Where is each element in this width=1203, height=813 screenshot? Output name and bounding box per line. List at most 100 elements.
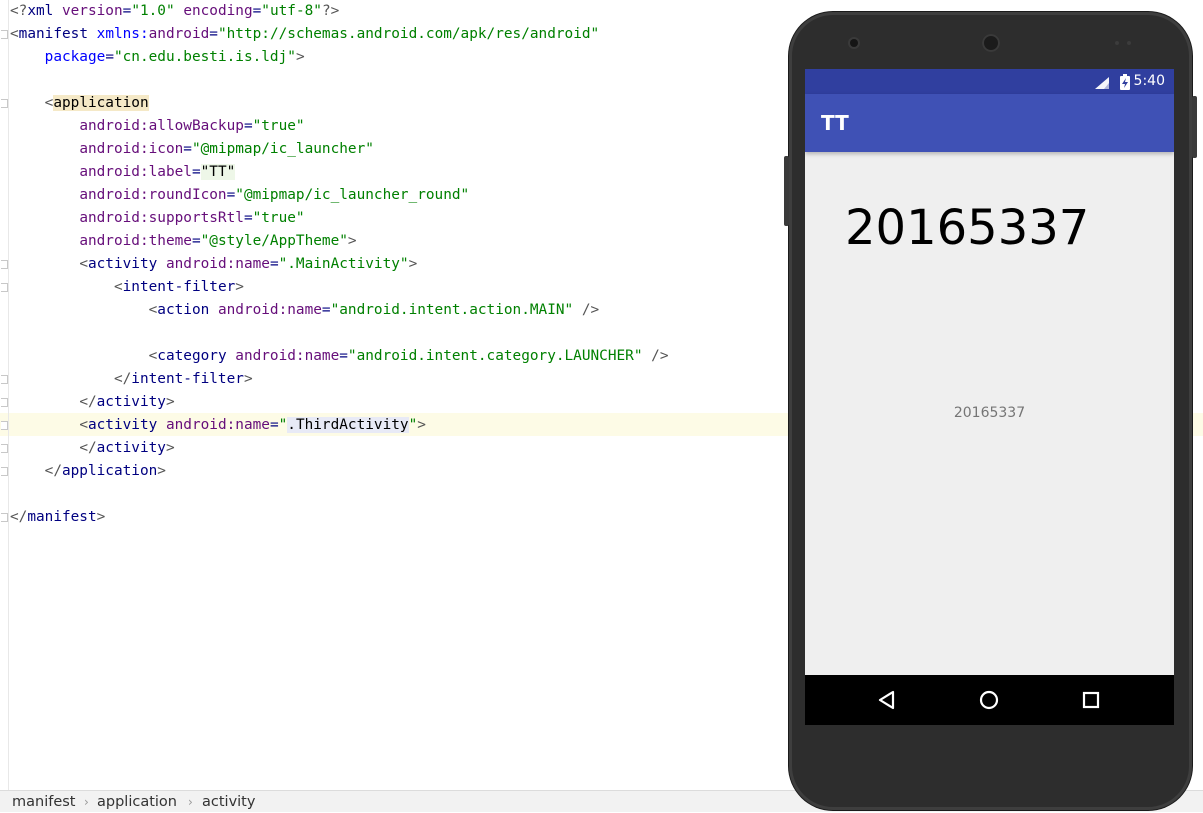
code-token: =	[226, 187, 236, 203]
breadcrumb-item-manifest[interactable]: manifest	[12, 791, 76, 813]
code-line[interactable]: </application>	[10, 460, 166, 483]
code-token: android:allowBackup	[79, 118, 244, 134]
fold-marker[interactable]	[1, 398, 8, 407]
code-token: application	[53, 95, 149, 111]
code-token: package	[44, 49, 106, 65]
code-token: </	[79, 440, 97, 456]
code-token: activity	[87, 256, 166, 272]
large-number-text: 20165337	[845, 200, 1090, 256]
breadcrumb-item-activity[interactable]: activity	[202, 791, 255, 813]
code-token: =	[321, 302, 331, 318]
fold-marker[interactable]	[1, 467, 8, 476]
code-token: "android.intent.action.MAIN"	[330, 302, 574, 318]
fold-marker[interactable]	[1, 513, 8, 522]
fold-marker[interactable]	[1, 30, 8, 39]
code-token: >	[408, 256, 418, 272]
back-triangle-icon[interactable]	[874, 687, 900, 713]
fold-marker[interactable]	[1, 421, 8, 430]
sensor-icon	[1115, 41, 1135, 45]
code-token: android:name	[235, 348, 340, 364]
code-token: </	[10, 509, 28, 525]
code-token: </	[44, 463, 62, 479]
code-line[interactable]: <category android:name="android.intent.c…	[10, 345, 669, 368]
code-line[interactable]: android:supportsRtl="true"	[10, 207, 305, 230]
code-token: =	[122, 3, 132, 19]
fold-marker[interactable]	[1, 444, 8, 453]
code-line[interactable]: </intent-filter>	[10, 368, 253, 391]
code-token: manifest	[18, 26, 97, 42]
volume-button[interactable]	[784, 156, 789, 226]
code-line[interactable]: <?xml version="1.0" encoding="utf-8"?>	[10, 0, 339, 23]
code-token: =	[243, 210, 253, 226]
code-line[interactable]: android:label="TT"	[10, 161, 236, 184]
code-line[interactable]: </activity>	[10, 391, 174, 414]
code-token: =	[252, 3, 262, 19]
code-token: <	[79, 417, 88, 433]
code-token: ?>	[321, 3, 340, 19]
app-bar: TT	[805, 94, 1174, 152]
code-token: =	[269, 417, 279, 433]
code-line[interactable]: </activity>	[10, 437, 174, 460]
phone-screen[interactable]: 5:40 TT 20165337 20165337	[805, 69, 1174, 725]
code-token: "http://schemas.android.com/apk/res/andr…	[217, 26, 600, 42]
code-token: "true"	[252, 210, 305, 226]
code-token: android:label	[79, 164, 192, 180]
code-line[interactable]: <intent-filter>	[10, 276, 244, 299]
code-token: "@style/AppTheme"	[200, 233, 348, 249]
code-token: xmlns:	[96, 26, 149, 42]
code-token: activity	[96, 394, 166, 410]
code-token: intent-filter	[122, 279, 236, 295]
code-token: =	[243, 118, 253, 134]
code-token: activity	[96, 440, 166, 456]
fold-marker[interactable]	[1, 99, 8, 108]
code-token: >	[243, 371, 253, 387]
recents-square-icon[interactable]	[1078, 687, 1104, 713]
code-line[interactable]: android:roundIcon="@mipmap/ic_launcher_r…	[10, 184, 469, 207]
code-token: android:theme	[79, 233, 192, 249]
code-token: category	[157, 348, 236, 364]
code-line[interactable]: <manifest xmlns:android="http://schemas.…	[10, 23, 599, 46]
code-line[interactable]: <activity android:name=".ThirdActivity">	[10, 414, 426, 437]
code-token: />	[651, 348, 669, 364]
code-token: <	[10, 26, 19, 42]
code-line[interactable]: </manifest>	[10, 506, 105, 529]
code-token: <	[79, 256, 88, 272]
fold-marker[interactable]	[1, 283, 8, 292]
code-token: "	[408, 417, 418, 433]
code-token: />	[581, 302, 600, 318]
fold-marker[interactable]	[1, 375, 8, 384]
status-time: 5:40	[1133, 73, 1165, 89]
code-token: "@mipmap/ic_launcher_round"	[235, 187, 470, 203]
home-circle-icon[interactable]	[976, 687, 1002, 713]
editor-gutter	[8, 0, 9, 790]
code-line[interactable]: android:allowBackup="true"	[10, 115, 305, 138]
breadcrumb-separator-icon: ›	[188, 795, 193, 809]
code-line[interactable]: package="cn.edu.besti.is.ldj">	[10, 46, 305, 69]
code-token: >	[417, 417, 426, 433]
code-token: <	[113, 279, 123, 295]
code-token: =	[269, 256, 279, 272]
code-token: >	[347, 233, 357, 249]
code-line[interactable]: <activity android:name=".MainActivity">	[10, 253, 417, 276]
code-line[interactable]: <action android:name="android.intent.act…	[10, 299, 600, 322]
power-button[interactable]	[1192, 96, 1197, 158]
code-token: "android.intent.category.LAUNCHER"	[347, 348, 643, 364]
code-token: "true"	[252, 118, 305, 134]
breadcrumb-item-application[interactable]: application	[97, 791, 177, 813]
code-line[interactable]: android:icon="@mipmap/ic_launcher"	[10, 138, 374, 161]
fold-marker[interactable]	[1, 260, 8, 269]
code-line[interactable]: <application	[10, 92, 149, 115]
code-token: "cn.edu.besti.is.ldj"	[113, 49, 296, 65]
code-line[interactable]: android:theme="@style/AppTheme">	[10, 230, 357, 253]
code-token: application	[61, 463, 158, 479]
code-token: <	[148, 348, 158, 364]
code-token: "1.0"	[131, 3, 175, 19]
code-token: android:name	[217, 302, 322, 318]
